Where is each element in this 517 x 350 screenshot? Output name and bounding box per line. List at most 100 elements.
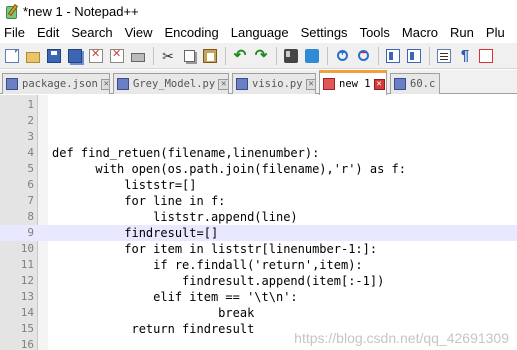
tab-close-icon[interactable]: ✕ — [305, 78, 315, 90]
code-line[interactable]: 12 findresult.append(item[:-1]) — [0, 273, 517, 289]
tab-close-icon[interactable]: ✕ — [100, 78, 109, 90]
code-line[interactable]: 3 — [0, 129, 517, 145]
code-line[interactable]: 4 def find_retuen(filename,linenumber): — [0, 145, 517, 161]
toolbar-separator — [327, 46, 328, 65]
menu-file[interactable]: File — [0, 23, 31, 43]
new-file-button[interactable] — [2, 46, 22, 66]
redo-button[interactable]: ↷ — [251, 46, 271, 66]
undo-button[interactable]: ↶ — [230, 46, 250, 66]
save-button[interactable] — [44, 46, 64, 66]
zoom-out-button[interactable] — [353, 46, 373, 66]
toolbar-separator — [276, 46, 277, 65]
redo-icon: ↷ — [254, 46, 268, 64]
print-button[interactable] — [128, 46, 148, 66]
cut-icon: ✂ — [162, 47, 174, 64]
code-line[interactable]: 1 — [0, 97, 517, 113]
sync-h-icon — [407, 48, 421, 63]
line-text: break — [52, 306, 255, 320]
code-line[interactable]: 2 — [0, 113, 517, 129]
menu-search[interactable]: Search — [65, 23, 118, 43]
line-number: 1 — [27, 98, 34, 111]
code-line[interactable]: 13 elif item == '\t\n': — [0, 289, 517, 305]
toolbar-separator — [153, 46, 154, 65]
toolbar-separator — [225, 46, 226, 65]
new-file-icon — [5, 48, 19, 63]
menu-view[interactable]: View — [119, 23, 159, 43]
toolbar-separator — [378, 46, 379, 65]
line-text: liststr.append(line) — [52, 210, 298, 224]
line-number: 9 — [27, 226, 34, 239]
sync-h-button[interactable] — [404, 46, 424, 66]
open-file-icon — [26, 51, 40, 63]
line-text: findresult.append(item[:-1]) — [52, 274, 385, 288]
replace-icon — [305, 48, 319, 63]
code-line[interactable]: 8 liststr.append(line) — [0, 209, 517, 225]
tab-close-icon[interactable]: ✕ — [218, 78, 228, 90]
save-all-button[interactable] — [65, 46, 85, 66]
copy-icon — [183, 49, 195, 62]
tab-label: 60.c — [410, 78, 436, 90]
code-line[interactable]: 11 if re.findall('return',item): — [0, 257, 517, 273]
word-wrap-button[interactable] — [434, 46, 454, 66]
tab-package-json[interactable]: package.json ✕ — [2, 73, 110, 94]
line-number: 13 — [20, 290, 34, 303]
menu-encoding[interactable]: Encoding — [159, 23, 225, 43]
editor-area[interactable]: 1 2 3 4 def find_retuen(filename,linenumb… — [0, 95, 517, 350]
code-line[interactable]: 10 for item in liststr[linenumber-1:]: — [0, 241, 517, 257]
code-line-current[interactable]: 9 findresult=[] — [0, 225, 517, 241]
tab-visio-py[interactable]: visio.py ✕ — [232, 73, 316, 94]
close-all-icon — [110, 47, 124, 63]
indent-guide-icon — [479, 48, 493, 63]
line-number: 4 — [27, 146, 34, 159]
code-line[interactable]: 14 break — [0, 305, 517, 321]
line-text: findresult=[] — [52, 226, 219, 240]
file-icon — [117, 78, 129, 90]
menu-run[interactable]: Run — [444, 23, 480, 43]
menu-edit[interactable]: Edit — [31, 23, 65, 43]
line-text: liststr=[] — [52, 178, 197, 192]
tab-new-1[interactable]: new 1 ✕ — [319, 70, 387, 95]
menu-macro[interactable]: Macro — [396, 23, 444, 43]
line-number: 2 — [27, 114, 34, 127]
sync-scroll-button[interactable] — [383, 46, 403, 66]
menu-bar: File Edit Search View Encoding Language … — [0, 23, 517, 43]
file-icon — [394, 78, 406, 90]
window-title: *new 1 - Notepad++ — [23, 4, 139, 19]
code-line[interactable]: 7 for line in f: — [0, 193, 517, 209]
save-icon — [47, 48, 61, 63]
line-text: for line in f: — [52, 194, 226, 208]
file-icon — [6, 78, 18, 90]
find-button[interactable] — [281, 46, 301, 66]
paste-button[interactable] — [200, 46, 220, 66]
line-number: 11 — [20, 258, 34, 271]
menu-settings[interactable]: Settings — [295, 23, 354, 43]
open-file-button[interactable] — [23, 46, 43, 66]
menu-plugins[interactable]: Plu — [480, 23, 511, 43]
close-all-button[interactable] — [107, 46, 127, 66]
copy-button[interactable] — [179, 46, 199, 66]
undo-icon: ↶ — [233, 46, 247, 64]
code-line[interactable]: 5 with open(os.path.join(filename),'r') … — [0, 161, 517, 177]
cut-button[interactable]: ✂ — [158, 46, 178, 66]
menu-tools[interactable]: Tools — [354, 23, 396, 43]
line-text: elif item == '\t\n': — [52, 290, 298, 304]
line-number: 8 — [27, 210, 34, 223]
save-all-icon — [68, 48, 82, 63]
menu-language[interactable]: Language — [225, 23, 295, 43]
line-text: for item in liststr[linenumber-1:]: — [52, 242, 378, 256]
tab-grey-model-py[interactable]: Grey_Model.py ✕ — [113, 73, 229, 94]
close-button[interactable] — [86, 46, 106, 66]
line-number: 14 — [20, 306, 34, 319]
line-number: 6 — [27, 178, 34, 191]
tab-label: new 1 — [339, 78, 371, 90]
replace-button[interactable] — [302, 46, 322, 66]
tab-60-c[interactable]: 60.c — [390, 73, 440, 94]
show-all-chars-button[interactable]: ¶ — [455, 46, 475, 66]
line-number: 16 — [20, 338, 34, 350]
line-number: 3 — [27, 130, 34, 143]
line-number: 12 — [20, 274, 34, 287]
code-line[interactable]: 6 liststr=[] — [0, 177, 517, 193]
tab-close-icon[interactable]: ✕ — [373, 78, 385, 90]
zoom-in-button[interactable] — [332, 46, 352, 66]
indent-guide-button[interactable] — [476, 46, 496, 66]
